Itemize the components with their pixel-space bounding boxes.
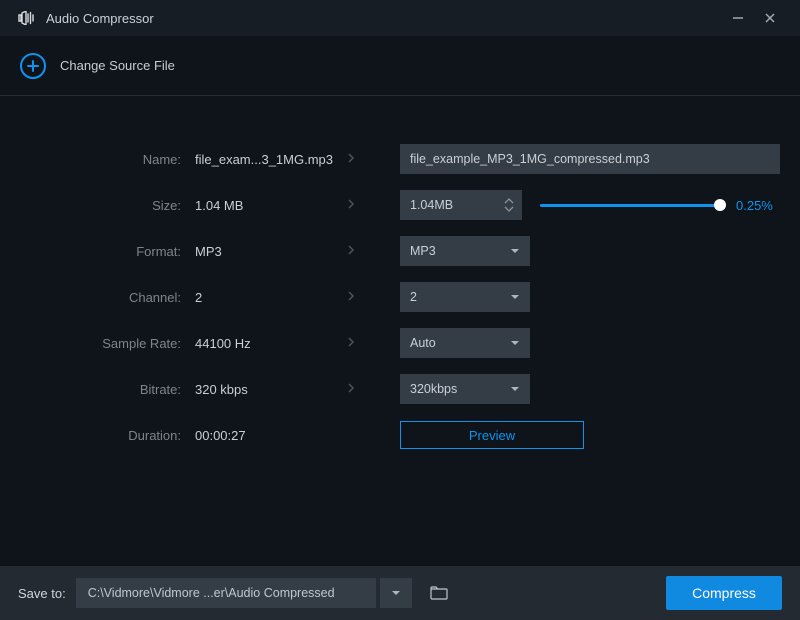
size-spinbox[interactable]: 1.04MB [400, 190, 522, 220]
save-path-dropdown[interactable] [380, 578, 412, 608]
preview-button[interactable]: Preview [400, 421, 584, 449]
row-bitrate: Bitrate: 320 kbps 320kbps [20, 366, 780, 412]
add-source-button[interactable] [20, 53, 46, 79]
row-duration: Duration: 00:00:27 Preview [20, 412, 780, 458]
format-source: MP3 [195, 244, 345, 259]
save-path-value: C:\Vidmore\Vidmore ...er\Audio Compresse… [88, 586, 335, 600]
name-target-input[interactable]: file_example_MP3_1MG_compressed.mp3 [400, 144, 780, 174]
row-channel: Channel: 2 2 [20, 274, 780, 320]
row-size: Size: 1.04 MB 1.04MB 0.25% [20, 182, 780, 228]
size-source: 1.04 MB [195, 198, 345, 213]
chevron-down-icon [510, 244, 520, 258]
channel-select[interactable]: 2 [400, 282, 530, 312]
name-label: Name: [20, 152, 195, 167]
channel-target-value: 2 [410, 290, 417, 304]
name-source: file_exam...3_1MG.mp3 [195, 152, 345, 167]
titlebar: Audio Compressor [0, 0, 800, 36]
size-slider[interactable] [540, 197, 720, 213]
row-name: Name: file_exam...3_1MG.mp3 file_example… [20, 136, 780, 182]
bitrate-label: Bitrate: [20, 382, 195, 397]
compress-button[interactable]: Compress [666, 576, 782, 610]
size-target-value: 1.04MB [410, 198, 453, 212]
spin-up-icon[interactable] [504, 197, 514, 205]
sample-rate-source: 44100 Hz [195, 336, 345, 351]
chevron-right-icon [345, 152, 359, 166]
change-source-label[interactable]: Change Source File [60, 58, 175, 73]
sample-rate-label: Sample Rate: [20, 336, 195, 351]
chevron-down-icon [510, 290, 520, 304]
format-select[interactable]: MP3 [400, 236, 530, 266]
app-title: Audio Compressor [46, 11, 154, 26]
bottom-bar: Save to: C:\Vidmore\Vidmore ...er\Audio … [0, 566, 800, 620]
name-target-value: file_example_MP3_1MG_compressed.mp3 [410, 152, 650, 166]
minimize-button[interactable] [722, 4, 754, 32]
row-sample-rate: Sample Rate: 44100 Hz Auto [20, 320, 780, 366]
close-button[interactable] [754, 4, 786, 32]
chevron-right-icon [345, 290, 359, 304]
main-content: Name: file_exam...3_1MG.mp3 file_example… [0, 96, 800, 458]
preview-button-label: Preview [469, 428, 515, 443]
channel-label: Channel: [20, 290, 195, 305]
spin-down-icon[interactable] [504, 205, 514, 213]
size-percent: 0.25% [736, 198, 773, 213]
channel-source: 2 [195, 290, 345, 305]
app-icon [18, 11, 36, 25]
chevron-right-icon [345, 198, 359, 212]
chevron-right-icon [345, 336, 359, 350]
row-format: Format: MP3 MP3 [20, 228, 780, 274]
bitrate-target-value: 320kbps [410, 382, 457, 396]
change-source-row: Change Source File [0, 36, 800, 96]
slider-knob[interactable] [714, 199, 726, 211]
duration-label: Duration: [20, 428, 195, 443]
bitrate-source: 320 kbps [195, 382, 345, 397]
sample-rate-select[interactable]: Auto [400, 328, 530, 358]
size-label: Size: [20, 198, 195, 213]
chevron-right-icon [345, 382, 359, 396]
duration-source: 00:00:27 [195, 428, 345, 443]
folder-icon [430, 586, 448, 600]
save-path-input[interactable]: C:\Vidmore\Vidmore ...er\Audio Compresse… [76, 578, 376, 608]
save-to-label: Save to: [18, 586, 66, 601]
open-folder-button[interactable] [422, 578, 456, 608]
chevron-right-icon [345, 244, 359, 258]
chevron-down-icon [510, 382, 520, 396]
compress-button-label: Compress [692, 585, 756, 601]
chevron-down-icon [391, 589, 401, 597]
format-label: Format: [20, 244, 195, 259]
bitrate-select[interactable]: 320kbps [400, 374, 530, 404]
format-target-value: MP3 [410, 244, 436, 258]
sample-rate-target-value: Auto [410, 336, 436, 350]
chevron-down-icon [510, 336, 520, 350]
